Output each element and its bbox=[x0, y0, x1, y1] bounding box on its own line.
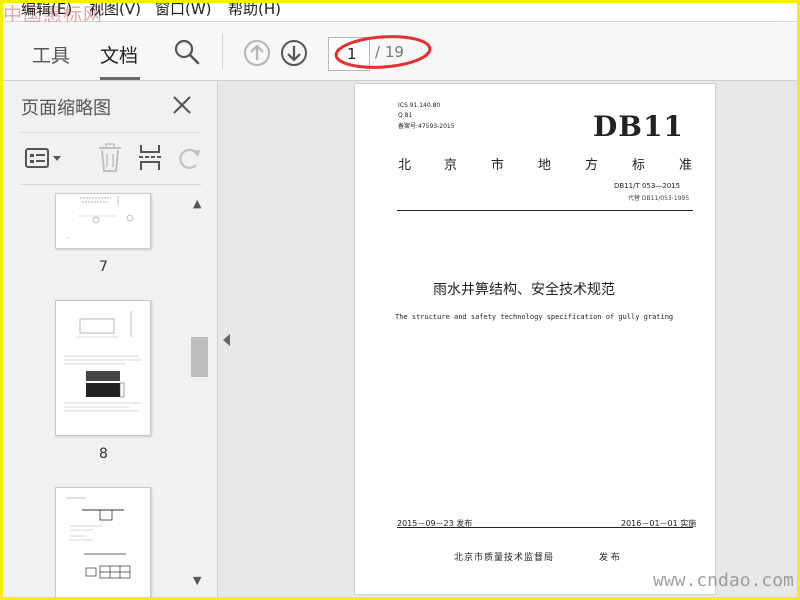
toolbar-separator bbox=[222, 33, 223, 69]
insert-page-icon[interactable] bbox=[138, 143, 164, 173]
page-up-icon[interactable] bbox=[243, 39, 271, 67]
standard-code: DB11/T 053—2015 bbox=[614, 182, 681, 190]
standard-char: 准 bbox=[679, 158, 694, 173]
thumbnail-page-9[interactable] bbox=[55, 487, 151, 597]
active-tab-indicator bbox=[100, 77, 140, 80]
app-window: 中国惠标网 编辑(E) 视图(V) 窗口(W) 帮助(H) 工具 文档 1 / … bbox=[3, 3, 797, 597]
search-icon[interactable] bbox=[173, 38, 201, 66]
toolbar: 工具 文档 1 / 19 bbox=[3, 22, 797, 81]
scroll-down-icon[interactable]: ▼ bbox=[193, 574, 201, 587]
thumbnail-scrollbar[interactable] bbox=[190, 191, 207, 597]
menu-bar: 中国惠标网 编辑(E) 视图(V) 窗口(W) 帮助(H) bbox=[3, 3, 797, 26]
thumbnail-content bbox=[66, 497, 131, 579]
thumbnail-label: 7 bbox=[99, 259, 108, 275]
issue-word: 发 布 bbox=[599, 553, 620, 563]
page-down-icon[interactable] bbox=[280, 39, 308, 67]
thumbnail-options-icon[interactable] bbox=[25, 147, 63, 171]
thumbnail-panel: 页面缩略图 7 8 ▲ ▼ bbox=[3, 81, 218, 597]
standard-char: 市 bbox=[491, 158, 506, 173]
document-view[interactable]: ICS 91.140.80 Q 81 备案号:47593-2015 DB11 北… bbox=[218, 81, 797, 597]
menu-window[interactable]: 窗口(W) bbox=[155, 3, 212, 19]
screen: { "watermark_top": "中国惠标网", "watermark_b… bbox=[0, 0, 800, 600]
class-code: Q 81 bbox=[398, 112, 413, 119]
collapse-panel-icon[interactable] bbox=[223, 334, 230, 346]
thumbnail-content bbox=[66, 196, 134, 239]
divider bbox=[21, 184, 201, 185]
standard-char: 北 bbox=[398, 158, 413, 173]
standard-char: 方 bbox=[585, 158, 600, 173]
thumbnail-label: 8 bbox=[99, 446, 108, 462]
delete-icon[interactable] bbox=[97, 143, 123, 173]
thumbnail-page-7[interactable] bbox=[55, 193, 151, 249]
standard-char: 京 bbox=[444, 158, 459, 173]
record-number: 备案号:47593-2015 bbox=[398, 123, 455, 130]
header-rule bbox=[397, 210, 693, 211]
ics-code: ICS 91.140.80 bbox=[398, 102, 441, 109]
standard-char: 地 bbox=[538, 158, 553, 173]
menu-view[interactable]: 视图(V) bbox=[89, 3, 141, 19]
standard-char: 标 bbox=[632, 158, 647, 173]
replaces-code: 代替 DB11/053-1995 bbox=[628, 195, 690, 202]
thumbnail-page-8[interactable] bbox=[55, 300, 151, 436]
annotation-ellipse bbox=[334, 35, 432, 69]
scroll-up-icon[interactable]: ▲ bbox=[193, 197, 201, 210]
db11-logo: DB11 bbox=[593, 110, 684, 143]
document-title: 雨水井箅结构、安全技术规范 bbox=[433, 282, 615, 298]
menu-edit[interactable]: 编辑(E) bbox=[21, 3, 72, 19]
english-title: The structure and safety technology spec… bbox=[395, 313, 674, 321]
thumbnail-content bbox=[64, 311, 142, 412]
close-icon[interactable] bbox=[172, 95, 192, 115]
footer-rule bbox=[397, 527, 693, 528]
menu-help[interactable]: 帮助(H) bbox=[228, 3, 281, 19]
tab-tools[interactable]: 工具 bbox=[32, 41, 70, 68]
tab-document[interactable]: 文档 bbox=[100, 41, 138, 68]
scrollbar-thumb[interactable] bbox=[191, 337, 208, 377]
panel-title: 页面缩略图 bbox=[21, 98, 111, 119]
watermark-bottom: www.cndao.com bbox=[653, 570, 794, 591]
document-page: ICS 91.140.80 Q 81 备案号:47593-2015 DB11 北… bbox=[354, 83, 716, 595]
divider bbox=[21, 132, 201, 133]
rotate-icon[interactable] bbox=[178, 145, 202, 173]
issuer: 北京市质量技术监督局 bbox=[454, 553, 555, 563]
